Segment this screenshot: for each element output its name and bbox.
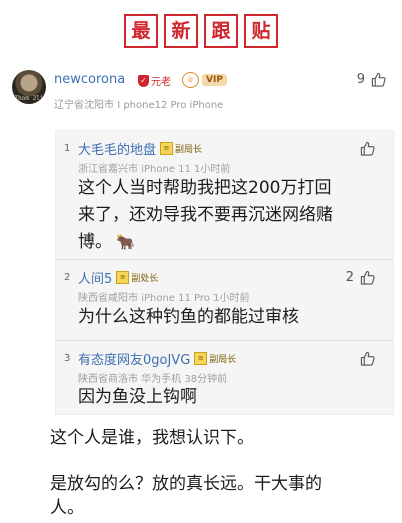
quote-location: 陕西省咸阳市 [78, 293, 138, 304]
quote-username[interactable]: 有态度网友0goJVG [78, 349, 190, 368]
rank-badge: ≡ 副局长 [194, 352, 236, 365]
quote-time: 1小时前 [213, 293, 250, 304]
rank-badge: ≡ 副处长 [116, 271, 158, 284]
main-location: 辽宁省沈阳市 [54, 100, 114, 111]
quote-time: 1小时前 [194, 164, 231, 175]
quote-text-line: 因为鱼没上钩啊 [78, 387, 197, 407]
title-char: 跟 [204, 14, 238, 48]
quote-text-line: 来了，还劝导我不要再沉迷网络赌 [78, 205, 333, 225]
main-comment-header: Thom 2li newcorona ✓ 元老 ♕ VIP 辽宁省沈阳市 I p… [12, 70, 390, 118]
main-username[interactable]: newcorona [54, 72, 125, 87]
quote-meta: 陕西省咸阳市 iPhone 11 Pro 1小时前 [78, 289, 249, 304]
quote-item: 2 人间5 ≡ 副处长 陕西省咸阳市 iPhone 11 Pro 1小时前 为什… [56, 260, 393, 340]
cow-emoji: 🐂 [116, 233, 135, 251]
quote-number: 3 [64, 353, 71, 364]
comment-line: 是放勾的么？放的真长远。干大事的 [50, 474, 322, 494]
quote-text: 这个人当时帮助我把这200万打回 来了，还劝导我不要再沉迷网络赌 博。 🐂 [78, 175, 333, 256]
vip-badge: ♕ VIP [182, 72, 227, 88]
rank-label: 副局长 [175, 145, 203, 155]
main-device: I phone12 Pro iPhone [117, 100, 224, 111]
quote-text: 为什么这种钓鱼的都能过审核 [78, 304, 299, 331]
main-comment-text: 是放勾的么？放的真长远。干大事的 人。 [50, 472, 400, 520]
quote-text-line: 博。 [78, 232, 112, 252]
quote-meta: 陕西省商洛市 华为手机 38分钟前 [78, 370, 227, 385]
rank-icon: ≡ [116, 271, 130, 284]
quote-location: 浙江省嘉兴市 [78, 164, 138, 175]
quote-like-count: 2 [345, 270, 354, 285]
title-char: 新 [164, 14, 198, 48]
title-char: 贴 [244, 14, 278, 48]
thumbs-up-icon [360, 351, 375, 366]
quote-number: 1 [64, 143, 71, 154]
quote-number: 2 [64, 272, 71, 283]
avatar[interactable]: Thom 2li [12, 70, 46, 104]
quote-device: iPhone 11 [141, 164, 191, 175]
quote-username[interactable]: 人间5 [78, 268, 112, 287]
rank-label: 副处长 [131, 274, 159, 284]
elder-badge-label: 元老 [151, 77, 171, 88]
quote-like-button[interactable] [354, 141, 375, 156]
quote-device: iPhone 11 Pro [141, 293, 210, 304]
title-char: 最 [124, 14, 158, 48]
quote-like-button[interactable]: 2 [346, 270, 375, 285]
rank-icon: ≡ [194, 352, 208, 365]
quote-text-line: 这个人当时帮助我把这200万打回 [78, 178, 332, 198]
avatar-text: Thom 2li [14, 95, 44, 102]
vip-label: VIP [202, 74, 227, 86]
main-like-button[interactable]: 9 [357, 72, 386, 87]
quote-meta: 浙江省嘉兴市 iPhone 11 1小时前 [78, 160, 230, 175]
quote-username[interactable]: 大毛毛的地盘 [78, 139, 156, 158]
thumbs-up-icon [360, 270, 375, 285]
rank-label: 副局长 [209, 355, 237, 365]
shield-icon: ✓ [138, 74, 149, 87]
quote-text: 因为鱼没上钩啊 [78, 384, 197, 411]
main-like-count: 9 [356, 72, 365, 87]
rank-badge: ≡ 副局长 [160, 142, 202, 155]
main-comment-text: 这个人是谁，我想认识下。 [50, 426, 400, 450]
rank-icon: ≡ [160, 142, 174, 155]
quote-item: 1 大毛毛的地盘 ≡ 副局长 浙江省嘉兴市 iPhone 11 1小时前 这个人… [56, 131, 393, 259]
quote-text-line: 为什么这种钓鱼的都能过审核 [78, 307, 299, 327]
main-meta: 辽宁省沈阳市 I phone12 Pro iPhone [54, 96, 223, 111]
lion-icon: ♕ [182, 72, 199, 88]
quote-item: 3 有态度网友0goJVG ≡ 副局长 陕西省商洛市 华为手机 38分钟前 因为… [56, 341, 393, 414]
thumbs-up-icon [360, 141, 375, 156]
thumbs-up-icon [371, 72, 386, 87]
comment-line: 人。 [50, 498, 84, 518]
quote-like-button[interactable] [354, 351, 375, 366]
elder-badge: ✓ 元老 [138, 73, 171, 88]
comment-line: 这个人是谁，我想认识下。 [50, 428, 254, 448]
quoted-thread: 1 大毛毛的地盘 ≡ 副局长 浙江省嘉兴市 iPhone 11 1小时前 这个人… [55, 130, 394, 415]
page-title: 最 新 跟 贴 [0, 14, 402, 48]
